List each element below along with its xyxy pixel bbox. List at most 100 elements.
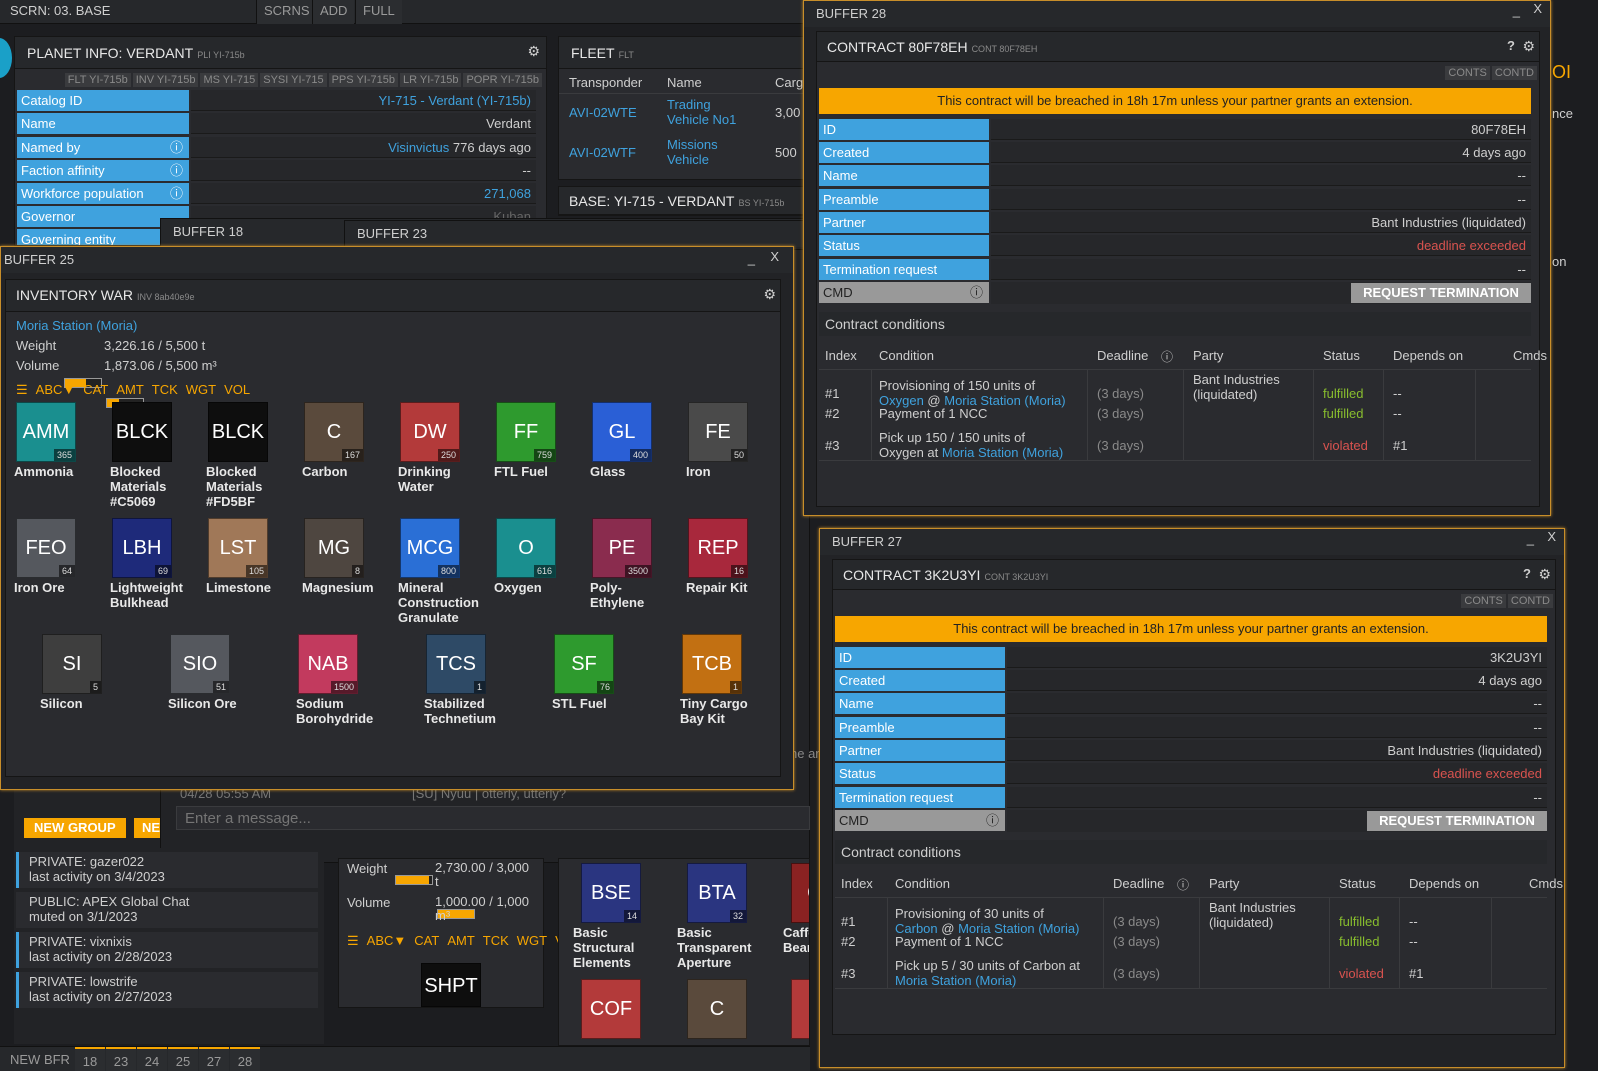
minimize-icon[interactable]: _ bbox=[748, 251, 755, 266]
material-tile[interactable]: FF 759 bbox=[496, 402, 556, 462]
material-tile[interactable]: SF 76 bbox=[554, 634, 614, 694]
sort-vol[interactable]: VOL bbox=[224, 382, 250, 397]
sort-amt[interactable]: AMT bbox=[447, 933, 474, 948]
tab-conts[interactable]: CONTS bbox=[1461, 594, 1506, 608]
gear-icon[interactable]: ⚙ bbox=[1522, 38, 1535, 55]
new-group-button[interactable]: NEW GROUP bbox=[24, 818, 126, 838]
material-tile[interactable]: O 616 bbox=[496, 518, 556, 578]
named-by-link[interactable]: Visinvictus bbox=[388, 140, 449, 155]
material-tile[interactable]: MG 8 bbox=[304, 518, 364, 578]
material-tile[interactable]: LBH 69 bbox=[112, 518, 172, 578]
material-tile[interactable]: REP 16 bbox=[688, 518, 748, 578]
buffer-tab[interactable]: 18 bbox=[75, 1047, 105, 1071]
contract-value[interactable]: Bant Industries (liquidated) bbox=[1007, 740, 1547, 761]
material-tile[interactable]: SHPT bbox=[421, 963, 481, 1007]
fleet-transponder[interactable]: AVI-02WTE bbox=[569, 105, 637, 120]
tab-pps[interactable]: PPS YI-715b bbox=[328, 73, 398, 87]
add-button[interactable]: ADD bbox=[312, 0, 355, 24]
notification-dot[interactable] bbox=[0, 38, 12, 78]
sort-tck[interactable]: TCK bbox=[483, 933, 509, 948]
sort-cat[interactable]: CAT bbox=[414, 933, 439, 948]
buffer-tab[interactable]: 25 bbox=[168, 1047, 198, 1071]
fleet-name[interactable]: Trading Vehicle No1 bbox=[667, 97, 736, 127]
material-tile[interactable]: DW 250 bbox=[400, 402, 460, 462]
contract-buffer-title[interactable]: BUFFER 27 bbox=[820, 529, 1564, 555]
buffer-25-title[interactable]: BUFFER 25 bbox=[1, 247, 793, 273]
help-icon[interactable]: ? bbox=[1523, 566, 1531, 581]
material-tile[interactable]: SIO 51 bbox=[170, 634, 230, 694]
help-icon[interactable]: ? bbox=[1507, 38, 1515, 53]
buffer-tab[interactable]: 27 bbox=[199, 1047, 229, 1071]
full-button[interactable]: FULL bbox=[355, 0, 402, 24]
request-termination-button[interactable]: REQUEST TERMINATION bbox=[1367, 811, 1547, 831]
material-tile[interactable]: FE 50 bbox=[688, 402, 748, 462]
chat-input[interactable] bbox=[176, 806, 810, 830]
material-tile[interactable]: GL 400 bbox=[592, 402, 652, 462]
buffer-tab[interactable]: 24 bbox=[137, 1047, 167, 1071]
tab-conts[interactable]: CONTS bbox=[1445, 66, 1490, 80]
contract-buffer-title[interactable]: BUFFER 28 bbox=[804, 1, 1550, 27]
close-icon[interactable]: X bbox=[1547, 529, 1556, 544]
material-tile[interactable]: PE 3500 bbox=[592, 518, 652, 578]
tab-inv[interactable]: INV YI-715b bbox=[132, 73, 199, 87]
material-tile[interactable]: CA bbox=[791, 863, 809, 923]
material-tile[interactable]: BLCK bbox=[112, 402, 172, 462]
tab-contd[interactable]: CONTD bbox=[1507, 594, 1553, 608]
tab-sysi[interactable]: SYSI YI-715 bbox=[260, 73, 327, 87]
tab-popr[interactable]: POPR YI-715b bbox=[463, 73, 542, 87]
list-icon[interactable]: ☰ bbox=[347, 933, 359, 948]
fleet-name[interactable]: Missions Vehicle bbox=[667, 137, 718, 167]
material-tile[interactable]: C bbox=[687, 979, 747, 1039]
tab-lr[interactable]: LR YI-715b bbox=[399, 73, 462, 87]
sort-tck[interactable]: TCK bbox=[152, 382, 178, 397]
buffer-23-title[interactable]: BUFFER 23 bbox=[345, 221, 809, 247]
chat-item[interactable]: PRIVATE: gazer022 last activity on 3/4/20… bbox=[16, 852, 318, 888]
value-catalog-id[interactable]: YI-715 - Verdant (YI-715b) bbox=[191, 90, 536, 111]
minimize-icon[interactable]: _ bbox=[1527, 531, 1534, 546]
minimize-icon[interactable]: _ bbox=[1513, 3, 1520, 18]
sort-cat[interactable]: CAT bbox=[83, 382, 108, 397]
buffer-tab[interactable]: 23 bbox=[106, 1047, 136, 1071]
gear-icon[interactable]: ⚙ bbox=[763, 286, 776, 303]
material-tile[interactable]: MCG 800 bbox=[400, 518, 460, 578]
sort-amt[interactable]: AMT bbox=[116, 382, 143, 397]
value-workforce[interactable]: 271,068 bbox=[191, 183, 536, 204]
material-tile[interactable]: AMM 365 bbox=[16, 402, 76, 462]
material-tile[interactable]: BSE 14 bbox=[581, 863, 641, 923]
close-icon[interactable]: X bbox=[1533, 1, 1542, 16]
contract-value[interactable]: Bant Industries (liquidated) bbox=[991, 212, 1531, 233]
gear-icon[interactable]: ⚙ bbox=[1538, 566, 1551, 583]
sort-abc[interactable]: ABC▼ bbox=[367, 933, 407, 948]
material-tile[interactable]: TCB 1 bbox=[682, 634, 742, 694]
sort-wgt[interactable]: WGT bbox=[517, 933, 547, 948]
material-tile[interactable]: SI 5 bbox=[42, 634, 102, 694]
material-tile[interactable]: BLCK bbox=[208, 402, 268, 462]
new-button[interactable]: NE bbox=[134, 818, 160, 838]
material-tile[interactable]: NAB 1500 bbox=[298, 634, 358, 694]
material-tile[interactable]: FEO 64 bbox=[16, 518, 76, 578]
request-termination-button[interactable]: REQUEST TERMINATION bbox=[1351, 283, 1531, 303]
list-icon[interactable]: ☰ bbox=[16, 382, 28, 397]
material-tile[interactable]: D bbox=[791, 979, 809, 1039]
inventory-location[interactable]: Moria Station (Moria) bbox=[16, 318, 137, 333]
buffer-tab[interactable]: 28 bbox=[230, 1047, 260, 1071]
scrns-button[interactable]: SCRNS bbox=[256, 0, 317, 24]
chat-item[interactable]: PUBLIC: APEX Global Chat muted on 3/1/202… bbox=[16, 892, 318, 928]
sort-wgt[interactable]: WGT bbox=[186, 382, 216, 397]
tab-contd[interactable]: CONTD bbox=[1491, 66, 1537, 80]
close-icon[interactable]: X bbox=[770, 249, 779, 264]
material-tile[interactable]: TCS 1 bbox=[426, 634, 486, 694]
chat-item[interactable]: PRIVATE: lowstrife last activity on 2/27/… bbox=[16, 972, 318, 1008]
fleet-transponder[interactable]: AVI-02WTF bbox=[569, 145, 636, 160]
material-tile[interactable]: BTA 32 bbox=[687, 863, 747, 923]
gear-icon[interactable]: ⚙ bbox=[527, 43, 540, 60]
material-tile[interactable]: LST 105 bbox=[208, 518, 268, 578]
chat-item[interactable]: PRIVATE: vixnixis last activity on 2/28/2… bbox=[16, 932, 318, 968]
material-tile[interactable]: COF bbox=[581, 979, 641, 1039]
sort-abc[interactable]: ABC▼ bbox=[36, 382, 76, 397]
tab-flt[interactable]: FLT YI-715b bbox=[64, 73, 131, 87]
material-tile[interactable]: C 167 bbox=[304, 402, 364, 462]
tab-ms[interactable]: MS YI-715 bbox=[200, 73, 259, 87]
fleet-cargo: 3,00 bbox=[775, 105, 801, 120]
new-buffer-button[interactable]: NEW BFR bbox=[10, 1052, 70, 1067]
